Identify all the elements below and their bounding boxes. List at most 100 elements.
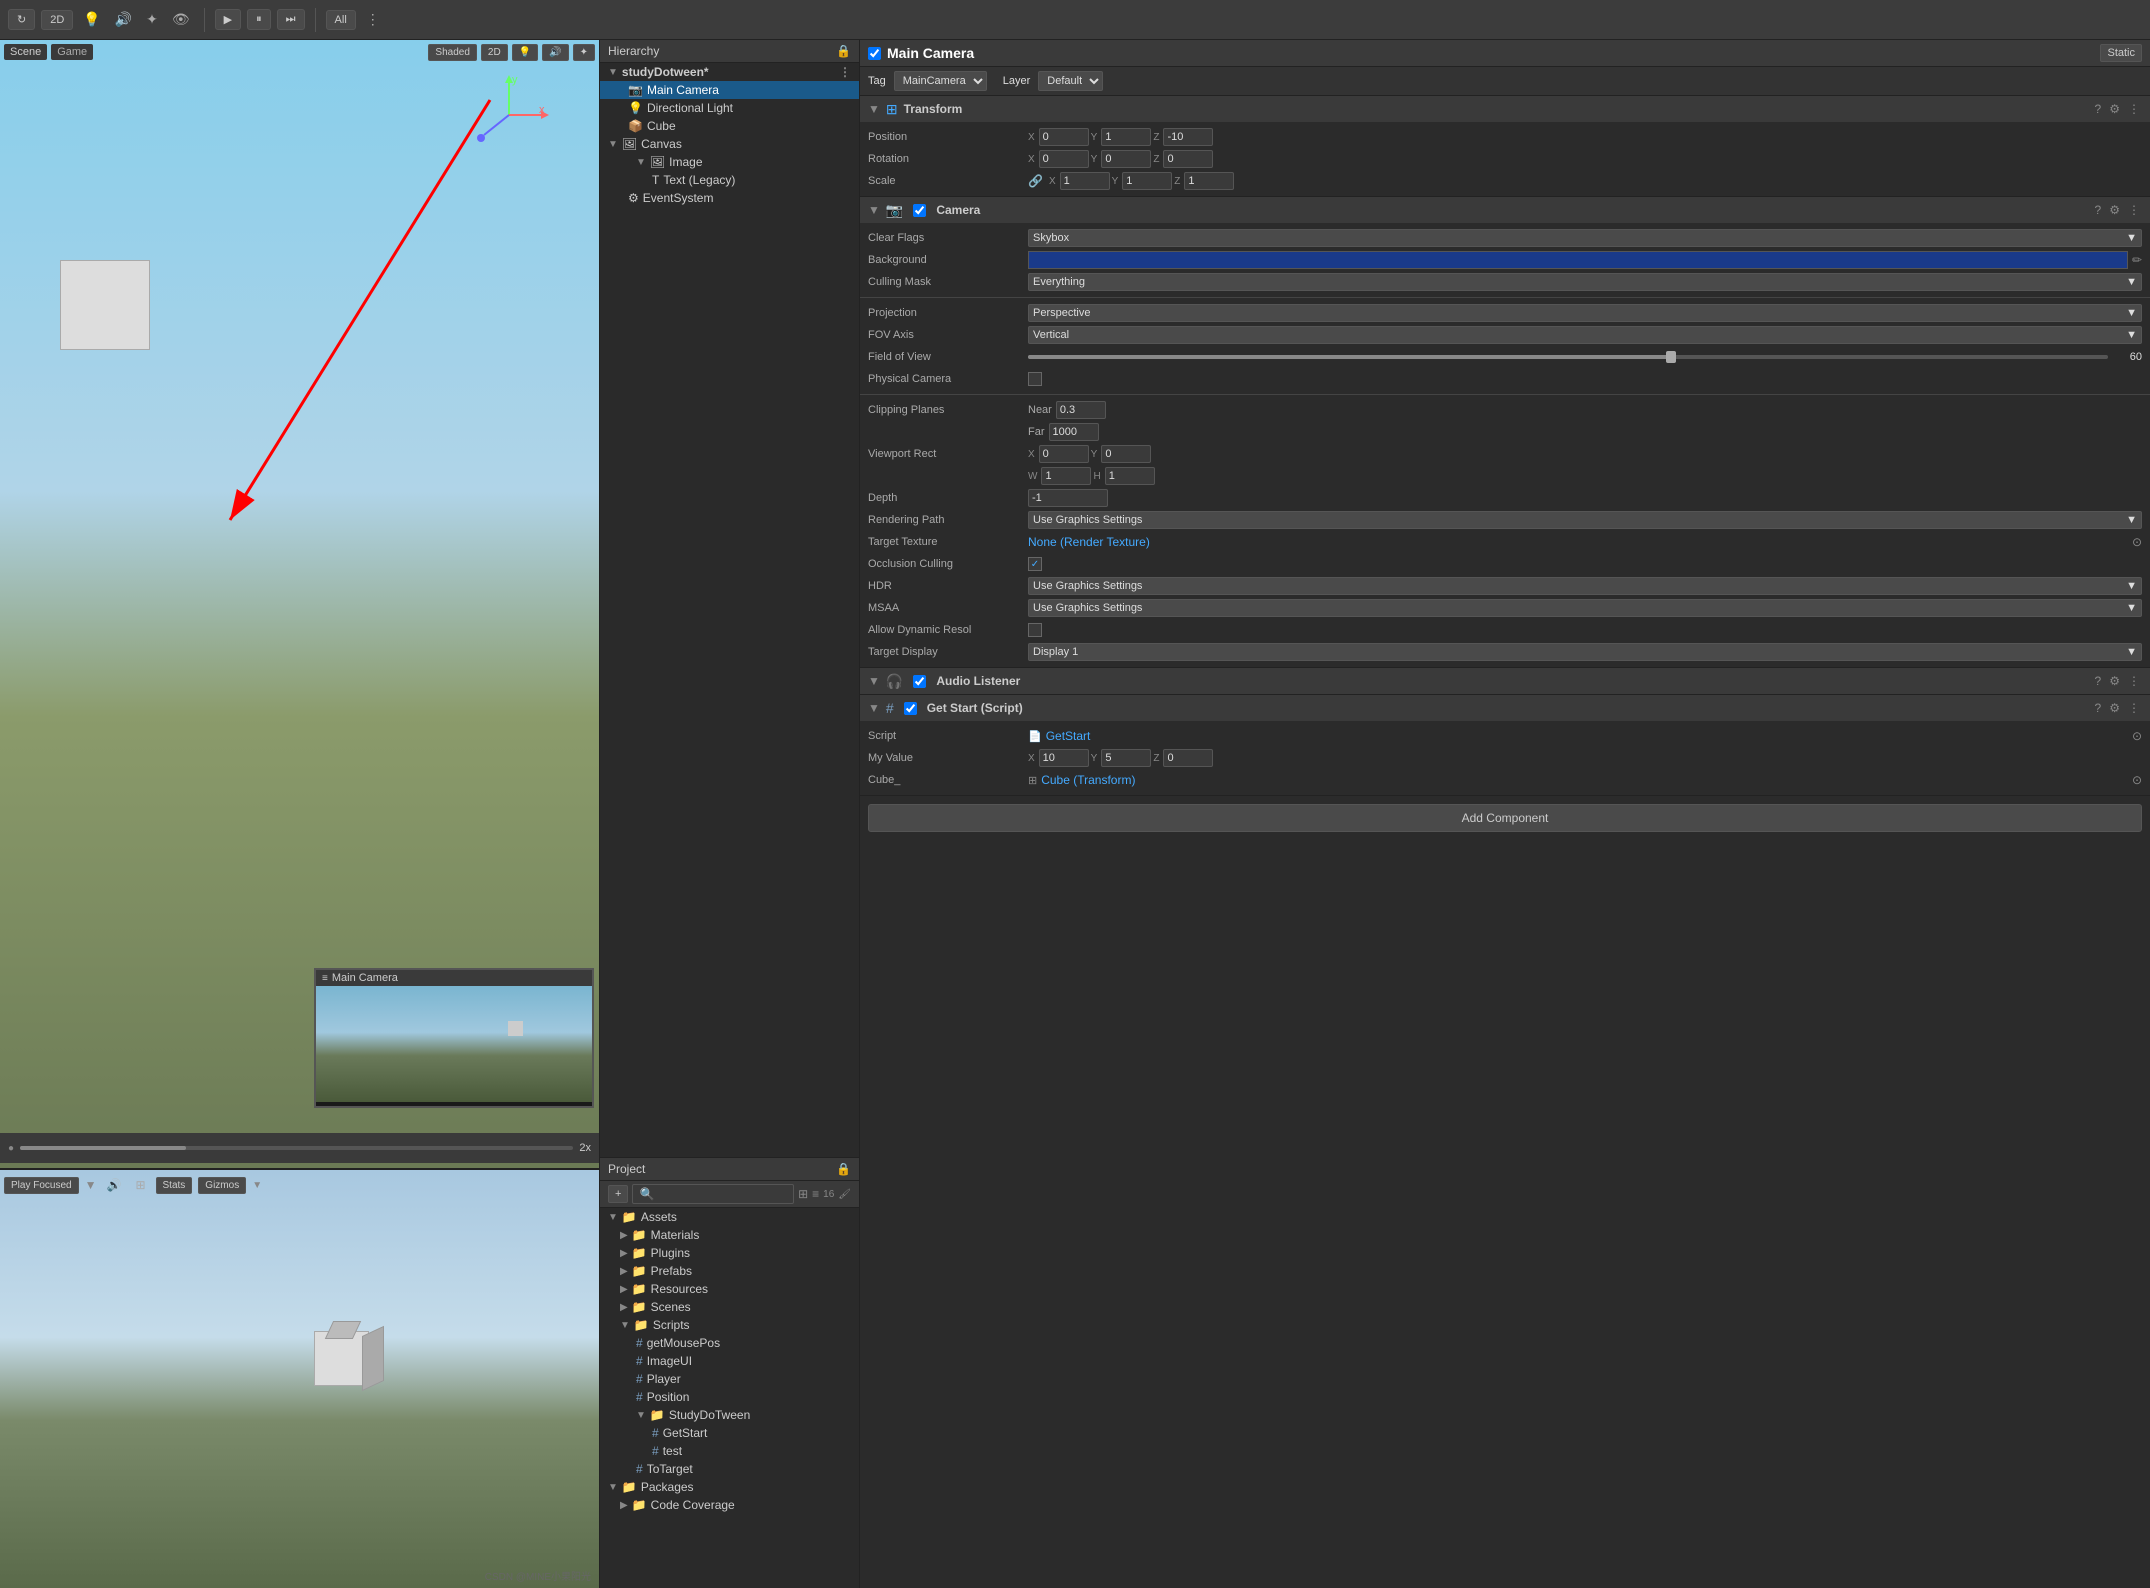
hierarchy-item-eventsystem[interactable]: ⚙ EventSystem	[600, 189, 859, 207]
game-view[interactable]: Play Focused ▼ 🔊 ⊞ Stats Gizmos ▼	[0, 1168, 599, 1588]
stats-btn[interactable]: Stats	[156, 1177, 193, 1194]
pos-y-input[interactable]	[1101, 128, 1151, 146]
culling-mask-dropdown[interactable]: Everything ▼	[1028, 273, 2142, 291]
shaded-btn[interactable]: Shaded	[428, 44, 476, 61]
scene-light-btn[interactable]: 💡	[512, 44, 538, 61]
eye-icon[interactable]: 👁	[168, 7, 194, 32]
getstart-header[interactable]: ▼ # Get Start (Script) ? ⚙ ⋮	[860, 695, 2150, 721]
projection-dropdown[interactable]: Perspective ▼	[1028, 304, 2142, 322]
view-icon-1[interactable]: ⊞	[798, 1187, 808, 1201]
project-assets-root[interactable]: ▼ 📁 Assets	[600, 1208, 859, 1226]
transform-header[interactable]: ▼ ⊞ Transform ? ⚙ ⋮	[860, 96, 2150, 122]
step-btn[interactable]: ⏭	[277, 9, 305, 30]
audio-listener-header[interactable]: ▼ 🎧 Audio Listener ? ⚙ ⋮	[860, 668, 2150, 694]
game-tab[interactable]: Game	[51, 44, 93, 60]
transform-more-btn[interactable]: ⋮	[2126, 100, 2142, 118]
effects-icon[interactable]: ✦	[142, 7, 162, 32]
project-getstart[interactable]: # GetStart	[600, 1424, 859, 1442]
audio-settings-btn[interactable]: ⚙	[2107, 672, 2122, 690]
mv-x-input[interactable]	[1039, 749, 1089, 767]
rot-x-input[interactable]	[1039, 150, 1089, 168]
allow-dynamic-checkbox[interactable]	[1028, 623, 1042, 637]
project-code-coverage[interactable]: ▶ 📁 Code Coverage	[600, 1496, 859, 1514]
clipping-far-input[interactable]	[1049, 423, 1099, 441]
clear-flags-dropdown[interactable]: Skybox ▼	[1028, 229, 2142, 247]
scale-x-input[interactable]	[1060, 172, 1110, 190]
msaa-dropdown[interactable]: Use Graphics Settings ▼	[1028, 599, 2142, 617]
getstart-help-btn[interactable]: ?	[2093, 699, 2104, 717]
layer-dropdown[interactable]: Default	[1038, 71, 1103, 91]
getstart-checkbox[interactable]	[904, 702, 917, 715]
clipping-near-input[interactable]	[1056, 401, 1106, 419]
hierarchy-item-directional-light[interactable]: 💡 Directional Light	[600, 99, 859, 117]
mv-y-input[interactable]	[1101, 749, 1151, 767]
vp-w-input[interactable]	[1041, 467, 1091, 485]
transform-help-btn[interactable]: ?	[2093, 100, 2104, 118]
scale-slider[interactable]	[20, 1146, 573, 1150]
hierarchy-scene[interactable]: ▼ studyDotween* ⋮	[600, 63, 859, 81]
project-test[interactable]: # test	[600, 1442, 859, 1460]
hdr-dropdown[interactable]: Use Graphics Settings ▼	[1028, 577, 2142, 595]
rendering-path-dropdown[interactable]: Use Graphics Settings ▼	[1028, 511, 2142, 529]
project-prefabs[interactable]: ▶ 📁 Prefabs	[600, 1262, 859, 1280]
hierarchy-item-main-camera[interactable]: 📷 Main Camera	[600, 81, 859, 99]
physical-camera-checkbox[interactable]	[1028, 372, 1042, 386]
hierarchy-item-canvas[interactable]: ▼ 🖼 Canvas	[600, 135, 859, 153]
hierarchy-item-cube[interactable]: 📦 Cube	[600, 117, 859, 135]
project-player[interactable]: # Player	[600, 1370, 859, 1388]
project-getmousepos[interactable]: # getMousePos	[600, 1334, 859, 1352]
scale-z-input[interactable]	[1184, 172, 1234, 190]
camera-settings-btn[interactable]: ⚙	[2107, 201, 2122, 219]
audio-help-btn[interactable]: ?	[2093, 672, 2104, 690]
mv-z-input[interactable]	[1163, 749, 1213, 767]
add-project-btn[interactable]: +	[608, 1185, 628, 1203]
vp-h-input[interactable]	[1105, 467, 1155, 485]
fov-axis-dropdown[interactable]: Vertical ▼	[1028, 326, 2142, 344]
scene-2d-btn[interactable]: 2D	[481, 44, 508, 61]
scene-tab[interactable]: Scene	[4, 44, 47, 60]
project-scripts[interactable]: ▼ 📁 Scripts	[600, 1316, 859, 1334]
audio-listener-checkbox[interactable]	[913, 675, 926, 688]
game-audio-icon[interactable]: 🔊	[102, 1174, 125, 1196]
add-component-btn[interactable]: Add Component	[868, 804, 2142, 832]
pause-btn[interactable]: ⏸	[247, 9, 271, 30]
project-imageui[interactable]: # ImageUI	[600, 1352, 859, 1370]
background-color-swatch[interactable]	[1028, 251, 2128, 269]
depth-input[interactable]	[1028, 489, 1108, 507]
audio-icon[interactable]: 🔊	[111, 7, 136, 32]
all-btn[interactable]: All	[326, 10, 356, 30]
camera-more-btn[interactable]: ⋮	[2126, 201, 2142, 219]
scene-view[interactable]: Scene Game Shaded 2D 💡 🔊 ✦ y	[0, 40, 599, 1168]
more-icon[interactable]: ⋮	[362, 7, 384, 32]
tag-dropdown[interactable]: MainCamera	[894, 71, 987, 91]
play-btn[interactable]: ▶	[215, 9, 241, 30]
dropdown-arrow[interactable]: ▼	[85, 1178, 97, 1192]
background-picker-icon[interactable]: ✏	[2132, 253, 2142, 267]
target-texture-pick-icon[interactable]: ⊙	[2132, 535, 2142, 549]
project-studydotween[interactable]: ▼ 📁 StudyDoTween	[600, 1406, 859, 1424]
getstart-more-btn[interactable]: ⋮	[2126, 699, 2142, 717]
camera-help-btn[interactable]: ?	[2093, 201, 2104, 219]
project-materials[interactable]: ▶ 📁 Materials	[600, 1226, 859, 1244]
play-focused-btn[interactable]: Play Focused	[4, 1177, 79, 1194]
project-packages-root[interactable]: ▼ 📁 Packages	[600, 1478, 859, 1496]
project-resources[interactable]: ▶ 📁 Resources	[600, 1280, 859, 1298]
pos-x-input[interactable]	[1039, 128, 1089, 146]
project-plugins[interactable]: ▶ 📁 Plugins	[600, 1244, 859, 1262]
occlusion-culling-checkbox[interactable]	[1028, 557, 1042, 571]
view-icon-2[interactable]: ≡	[812, 1187, 819, 1201]
vp-x-input[interactable]	[1039, 445, 1089, 463]
rot-z-input[interactable]	[1163, 150, 1213, 168]
pos-z-input[interactable]	[1163, 128, 1213, 146]
rotate-tool-btn[interactable]: ↻	[8, 9, 35, 30]
game-grid-icon[interactable]: ⊞	[131, 1174, 149, 1196]
transform-settings-btn[interactable]: ⚙	[2107, 100, 2122, 118]
light-icon[interactable]: 💡	[79, 7, 104, 32]
vp-y-input[interactable]	[1101, 445, 1151, 463]
active-checkbox[interactable]	[868, 47, 881, 60]
rot-y-input[interactable]	[1101, 150, 1151, 168]
getstart-settings-btn[interactable]: ⚙	[2107, 699, 2122, 717]
scene-fx-btn[interactable]: ✦	[573, 44, 595, 61]
hierarchy-item-text-legacy[interactable]: T Text (Legacy)	[600, 171, 859, 189]
audio-more-btn[interactable]: ⋮	[2126, 672, 2142, 690]
